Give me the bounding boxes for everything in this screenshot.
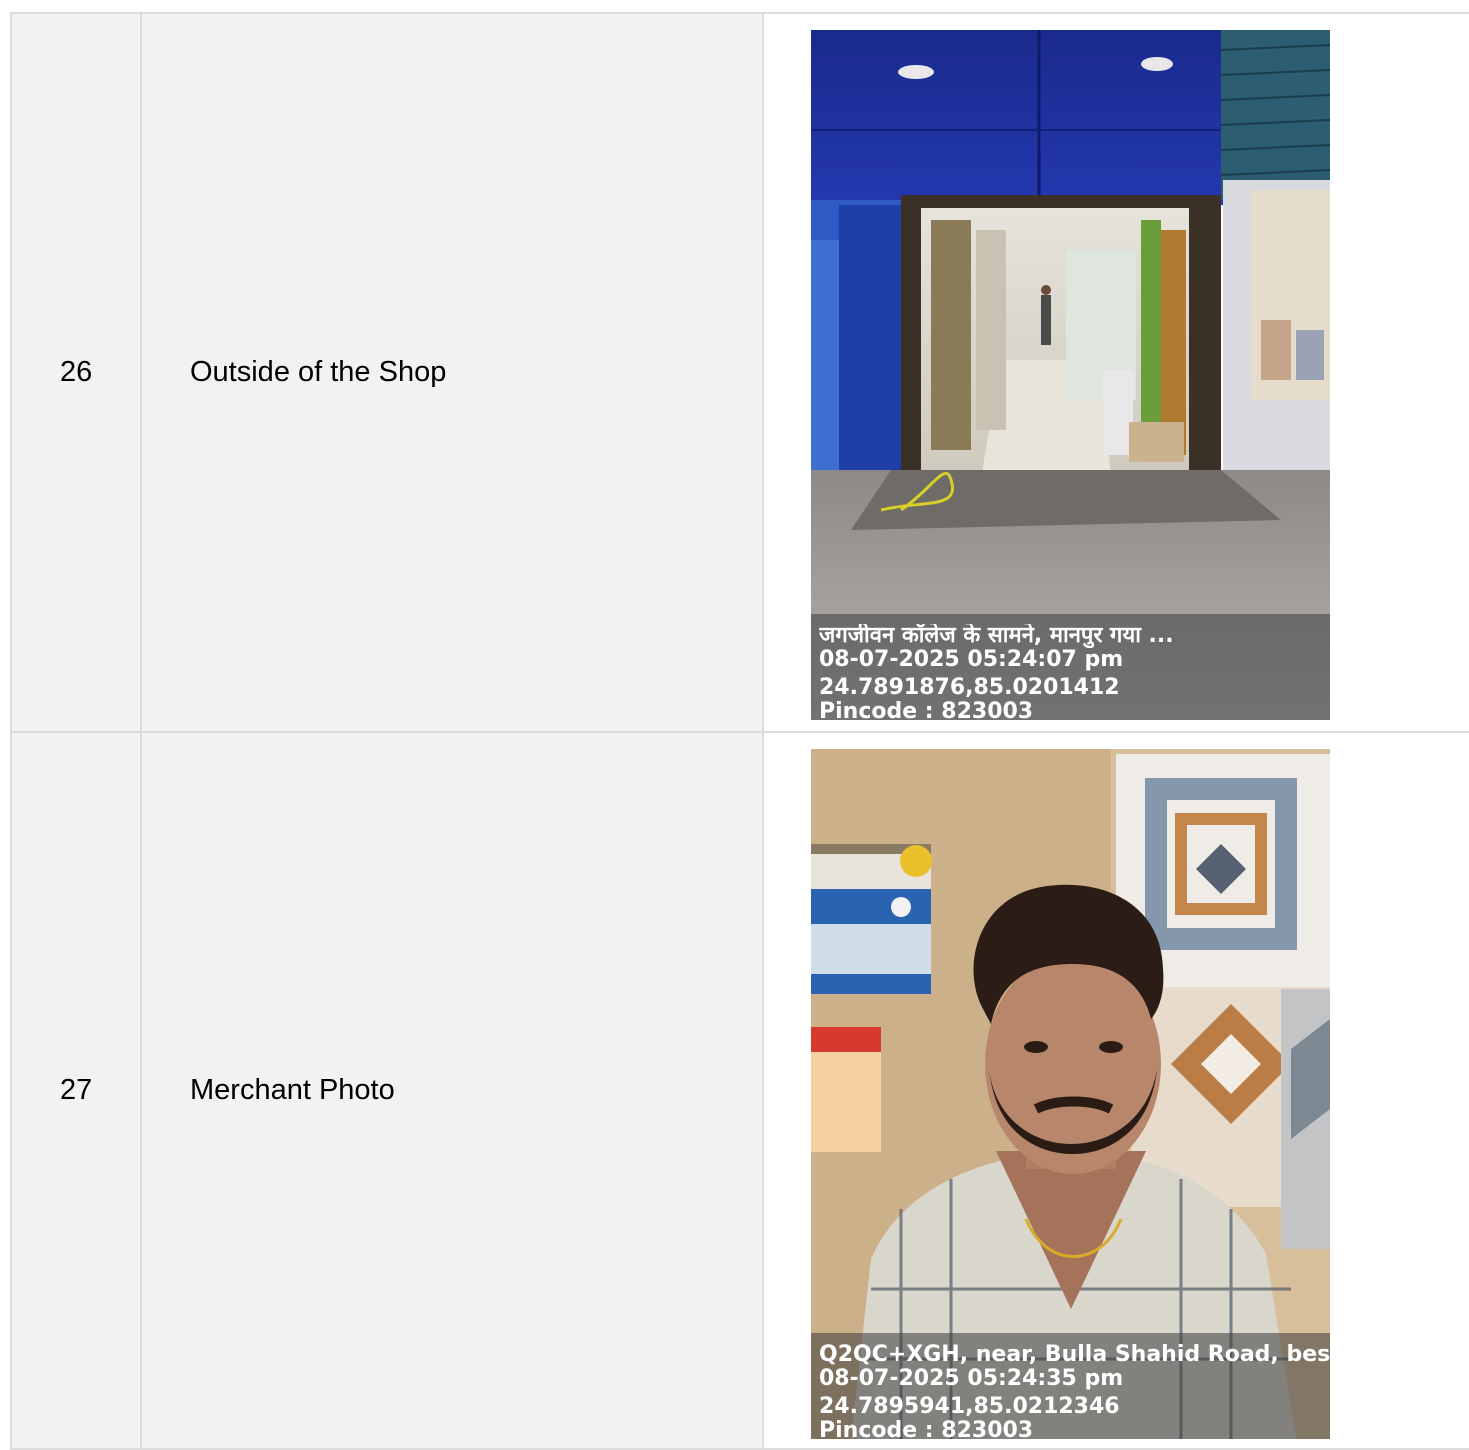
stamp-datetime: 08-07-2025 05:24:07 pm <box>819 648 1124 672</box>
geotag-stamp: जगजीवन कॉलेज के सामने, मानपुर गया ... 08… <box>811 614 1330 720</box>
stamp-address: Q2QC+XGH, near, Bulla Shahid Road, besid… <box>819 1343 1330 1367</box>
stamp-address: जगजीवन कॉलेज के सामने, मानपुर गया ... <box>819 624 1174 648</box>
stamp-pincode: Pincode : 823003 <box>819 1419 1034 1439</box>
row-number: 26 <box>12 14 142 731</box>
stamp-datetime: 08-07-2025 05:24:35 pm <box>819 1367 1124 1391</box>
photo-cell: Q2QC+XGH, near, Bulla Shahid Road, besid… <box>764 733 1469 1448</box>
photo-table: 26 Outside of the Shop जगजीवन कॉलेज के स… <box>10 12 1469 1450</box>
merchant-photo[interactable]: Q2QC+XGH, near, Bulla Shahid Road, besid… <box>811 749 1330 1439</box>
row-number: 27 <box>12 733 142 1448</box>
shop-outside-photo[interactable]: जगजीवन कॉलेज के सामने, मानपुर गया ... 08… <box>811 30 1330 720</box>
table-row: 26 Outside of the Shop जगजीवन कॉलेज के स… <box>12 14 1469 733</box>
stamp-coords: 24.7895941,85.0212346 <box>819 1395 1120 1419</box>
geotag-stamp: Q2QC+XGH, near, Bulla Shahid Road, besid… <box>811 1333 1330 1439</box>
photo-cell: जगजीवन कॉलेज के सामने, मानपुर गया ... 08… <box>764 14 1469 731</box>
row-label: Merchant Photo <box>142 733 764 1448</box>
table-row: 27 Merchant Photo Q2QC+XGH, near, Bulla … <box>12 733 1469 1450</box>
row-label: Outside of the Shop <box>142 14 764 731</box>
stamp-pincode: Pincode : 823003 <box>819 700 1034 720</box>
stamp-coords: 24.7891876,85.0201412 <box>819 676 1120 700</box>
